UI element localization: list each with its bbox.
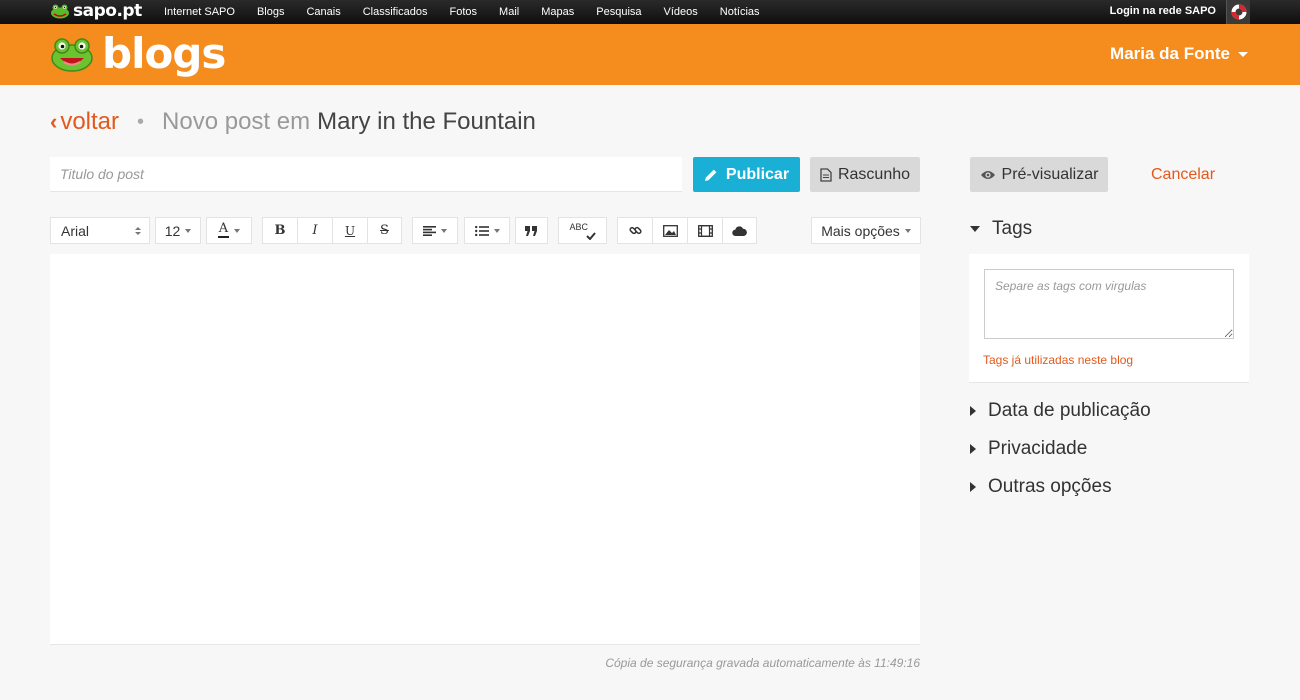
publish-date-section-toggle[interactable]: Data de publicação	[970, 400, 1151, 422]
privacy-section-toggle[interactable]: Privacidade	[970, 438, 1087, 460]
text-color-icon: A	[218, 221, 229, 238]
align-left-icon	[423, 225, 436, 236]
nav-blogs[interactable]: Blogs	[257, 6, 285, 18]
list-button[interactable]	[464, 217, 510, 244]
breadcrumb-prefix: Novo post em	[162, 108, 311, 135]
caret-down-icon	[185, 228, 192, 233]
tags-title: Tags	[992, 218, 1033, 239]
blogs-brand[interactable]: blogs	[50, 29, 226, 78]
section-label: Privacidade	[988, 438, 1088, 459]
frog-logo-icon	[51, 4, 69, 19]
link-button[interactable]	[618, 218, 653, 243]
used-tags-link[interactable]: Tags já utilizadas neste blog	[983, 353, 1133, 367]
more-options-button[interactable]: Mais opções	[811, 217, 921, 244]
updown-arrows-icon	[135, 226, 141, 235]
nav-fotos[interactable]: Fotos	[450, 6, 478, 18]
nav-canais[interactable]: Canais	[306, 6, 340, 18]
more-options-label: Mais opções	[821, 222, 900, 239]
spellcheck-button[interactable]: ABC	[558, 217, 607, 244]
triangle-right-icon	[970, 444, 976, 454]
blog-name: Mary in the Fountain	[317, 108, 536, 135]
user-name: Maria da Fonte	[1110, 44, 1230, 63]
other-options-section-toggle[interactable]: Outras opções	[970, 476, 1112, 498]
nav-classificados[interactable]: Classificados	[363, 6, 428, 18]
image-button[interactable]	[653, 218, 688, 243]
sapo-topbar: sapo.pt Internet SAPO Blogs Canais Class…	[0, 0, 1300, 24]
document-icon	[820, 167, 832, 182]
chevron-left-icon: ‹	[50, 109, 58, 134]
breadcrumb-separator: •	[137, 110, 145, 133]
bold-button[interactable]: B	[263, 218, 298, 243]
tags-section-toggle[interactable]: Tags	[970, 218, 1032, 240]
help-button[interactable]	[1226, 0, 1250, 24]
blockquote-button[interactable]	[515, 217, 548, 244]
caret-down-icon	[1238, 51, 1248, 57]
post-title-input[interactable]	[50, 157, 682, 192]
triangle-right-icon	[970, 482, 976, 492]
quote-icon	[525, 225, 537, 236]
tags-input[interactable]	[984, 269, 1234, 339]
draft-button[interactable]: Rascunho	[810, 157, 920, 192]
draft-label: Rascunho	[837, 165, 911, 183]
nav-internet-sapo[interactable]: Internet SAPO	[164, 6, 235, 18]
blogs-header: blogs Maria da Fonte	[0, 24, 1300, 85]
cancel-button[interactable]: Cancelar	[1128, 157, 1238, 192]
insert-group	[617, 217, 757, 244]
text-format-group: B I U S	[262, 217, 402, 244]
preview-label: Pré-visualizar	[1001, 165, 1099, 183]
publish-label: Publicar	[725, 165, 790, 183]
back-label: voltar	[60, 108, 120, 135]
nav-videos[interactable]: Vídeos	[664, 6, 698, 18]
nav-mapas[interactable]: Mapas	[541, 6, 574, 18]
caret-down-icon	[904, 228, 911, 233]
nav-mail[interactable]: Mail	[499, 6, 519, 18]
image-icon	[662, 224, 678, 237]
nav-pesquisa[interactable]: Pesquisa	[596, 6, 641, 18]
bullet-list-icon	[474, 225, 489, 236]
font-family-value: Arial	[61, 222, 90, 239]
user-menu[interactable]: Maria da Fonte	[1110, 44, 1248, 64]
cloud-icon	[732, 225, 747, 236]
login-link[interactable]: Login na rede SAPO	[1110, 0, 1216, 24]
link-icon	[628, 226, 642, 235]
back-link[interactable]: ‹ voltar	[50, 108, 119, 136]
align-button[interactable]	[412, 217, 458, 244]
pencil-icon	[704, 169, 717, 181]
film-icon	[697, 224, 713, 237]
lifebuoy-icon	[1231, 4, 1246, 20]
autosave-status: Cópia de segurança gravada automaticamen…	[605, 656, 920, 670]
frog-mascot-icon	[51, 38, 93, 72]
sapo-nav: Internet SAPO Blogs Canais Classificados…	[164, 0, 782, 24]
underline-button[interactable]: U	[333, 218, 368, 243]
triangle-down-icon	[970, 226, 980, 232]
publish-button[interactable]: Publicar	[693, 157, 800, 192]
italic-button[interactable]: I	[298, 218, 333, 243]
video-button[interactable]	[688, 218, 723, 243]
tags-panel: Tags já utilizadas neste blog	[969, 254, 1249, 383]
post-editor[interactable]	[50, 254, 920, 645]
caret-down-icon	[441, 228, 447, 233]
caret-down-icon	[234, 228, 240, 233]
caret-down-icon	[493, 228, 500, 233]
sapo-logo-text: sapo.pt	[73, 1, 142, 21]
breadcrumb: ‹ voltar • Novo post em Mary in the Foun…	[50, 108, 536, 136]
triangle-right-icon	[970, 406, 976, 416]
preview-button[interactable]: Pré-visualizar	[970, 157, 1108, 192]
nav-noticias[interactable]: Notícias	[720, 6, 760, 18]
eye-icon	[980, 170, 995, 179]
strikethrough-button[interactable]: S	[368, 218, 401, 243]
text-color-button[interactable]: A	[206, 217, 252, 244]
section-label: Outras opções	[988, 476, 1112, 497]
sapo-logo[interactable]: sapo.pt	[50, 1, 142, 21]
spellcheck-icon: ABC	[570, 222, 596, 240]
blogs-title: blogs	[102, 29, 226, 78]
font-size-select[interactable]: 12	[155, 217, 201, 244]
cloud-button[interactable]	[723, 218, 756, 243]
font-family-select[interactable]: Arial	[50, 217, 150, 244]
section-label: Data de publicação	[988, 400, 1151, 421]
font-size-value: 12	[164, 222, 181, 239]
